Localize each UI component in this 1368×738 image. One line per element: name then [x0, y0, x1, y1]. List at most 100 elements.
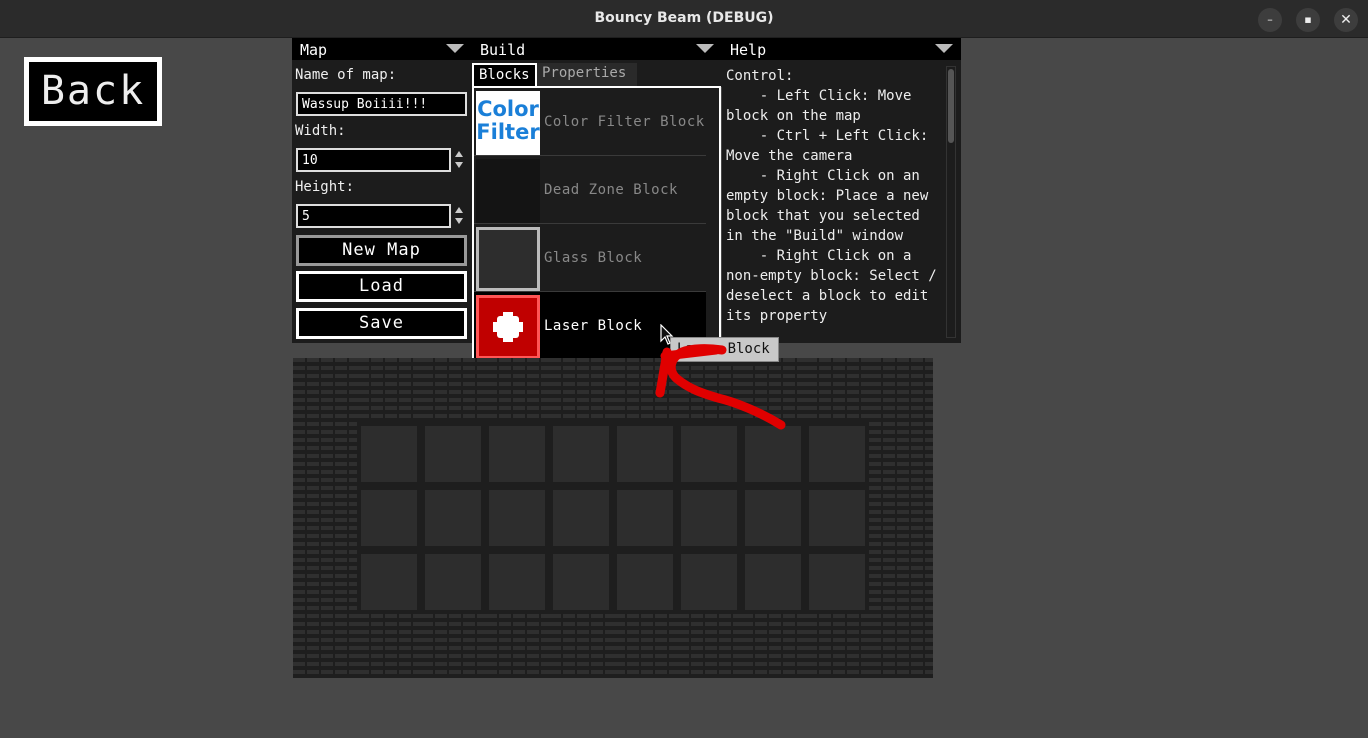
- map-tile-floor[interactable]: [677, 486, 741, 550]
- map-tile-wall[interactable]: [293, 614, 357, 678]
- map-tile-wall[interactable]: [357, 614, 421, 678]
- map-tile-floor[interactable]: [677, 422, 741, 486]
- tooltip: Laser Block: [670, 337, 779, 362]
- map-tile-floor[interactable]: [549, 486, 613, 550]
- help-scrollbar[interactable]: [948, 69, 954, 143]
- map-tile-floor[interactable]: [357, 550, 421, 614]
- stepper-up-icon[interactable]: [455, 207, 463, 213]
- map-tile-floor[interactable]: [421, 422, 485, 486]
- map-tile-floor[interactable]: [485, 422, 549, 486]
- map-tile-wall[interactable]: [357, 358, 421, 422]
- stepper-up-icon[interactable]: [455, 151, 463, 157]
- map-tile-wall[interactable]: [485, 358, 549, 422]
- map-tile-wall[interactable]: [613, 614, 677, 678]
- map-tile-floor[interactable]: [485, 486, 549, 550]
- mouse-cursor-icon: [660, 324, 674, 345]
- new-map-button[interactable]: New Map: [296, 235, 467, 266]
- window-titlebar: Bouncy Beam (DEBUG) – ▪ ✕: [0, 0, 1368, 38]
- map-tile-floor[interactable]: [741, 422, 805, 486]
- map-tile-floor[interactable]: [485, 550, 549, 614]
- back-button-label: Back: [40, 68, 146, 114]
- help-panel-header[interactable]: Help: [722, 38, 961, 60]
- map-tile-floor[interactable]: [357, 422, 421, 486]
- map-tile-floor[interactable]: [421, 550, 485, 614]
- block-item-dead-zone[interactable]: Dead Zone Block: [474, 156, 707, 224]
- map-tile-floor[interactable]: [805, 422, 869, 486]
- collapse-triangle-icon[interactable]: [935, 44, 953, 53]
- game-map-canvas[interactable]: [293, 358, 933, 678]
- map-tile-wall[interactable]: [677, 358, 741, 422]
- map-tile-wall[interactable]: [869, 486, 933, 550]
- block-item-label: Color Filter Block: [544, 114, 705, 130]
- map-tile-wall[interactable]: [741, 614, 805, 678]
- map-panel-header[interactable]: Map: [292, 38, 472, 60]
- window-title: Bouncy Beam (DEBUG): [594, 10, 774, 26]
- map-tile-floor[interactable]: [421, 486, 485, 550]
- height-label: Height:: [295, 179, 355, 195]
- map-tile-wall[interactable]: [869, 422, 933, 486]
- width-input[interactable]: 10: [296, 148, 451, 172]
- help-scrollbar-track[interactable]: [946, 66, 956, 338]
- map-tile-wall[interactable]: [293, 358, 357, 422]
- map-tile-floor[interactable]: [741, 486, 805, 550]
- block-item-color-filter[interactable]: Color Filter Color Filter Block: [474, 88, 707, 156]
- block-item-label: Glass Block: [544, 250, 643, 266]
- collapse-triangle-icon[interactable]: [696, 44, 714, 53]
- width-stepper[interactable]: [454, 149, 464, 171]
- map-tile-wall[interactable]: [421, 358, 485, 422]
- map-tile-floor[interactable]: [677, 550, 741, 614]
- stepper-down-icon[interactable]: [455, 218, 463, 224]
- map-tile-wall[interactable]: [741, 358, 805, 422]
- map-tile-floor[interactable]: [741, 550, 805, 614]
- map-tile-wall[interactable]: [869, 358, 933, 422]
- map-tile-floor[interactable]: [549, 550, 613, 614]
- map-tile-wall[interactable]: [613, 358, 677, 422]
- block-item-glass[interactable]: Glass Block: [474, 224, 707, 292]
- map-tile-wall[interactable]: [549, 358, 613, 422]
- map-panel-title: Map: [300, 41, 328, 59]
- map-tile-wall[interactable]: [805, 614, 869, 678]
- minimize-icon[interactable]: –: [1258, 8, 1282, 32]
- map-tile-floor[interactable]: [805, 486, 869, 550]
- map-tile-wall[interactable]: [805, 358, 869, 422]
- map-name-label: Name of map:: [295, 67, 397, 83]
- map-tile-wall[interactable]: [869, 550, 933, 614]
- map-tile-floor[interactable]: [613, 422, 677, 486]
- build-panel-header[interactable]: Build: [472, 38, 722, 60]
- laser-thumb-icon: [476, 295, 540, 359]
- map-tile-wall[interactable]: [421, 614, 485, 678]
- build-panel: Build Blocks Properties Color Filter Col…: [472, 38, 722, 388]
- color-filter-thumb-icon: Color Filter: [476, 91, 540, 155]
- map-tile-wall[interactable]: [293, 486, 357, 550]
- save-button[interactable]: Save: [296, 308, 467, 339]
- tab-properties[interactable]: Properties: [537, 63, 637, 86]
- dead-zone-thumb-icon: [476, 159, 540, 223]
- map-tile-wall[interactable]: [677, 614, 741, 678]
- help-panel: Help Control: - Left Click: Move block o…: [722, 38, 961, 343]
- height-stepper[interactable]: [454, 205, 464, 227]
- map-tile-wall[interactable]: [293, 422, 357, 486]
- map-tile-wall[interactable]: [869, 614, 933, 678]
- width-label: Width:: [295, 123, 346, 139]
- map-tile-floor[interactable]: [613, 486, 677, 550]
- close-icon[interactable]: ✕: [1334, 8, 1358, 32]
- map-tile-wall[interactable]: [293, 550, 357, 614]
- map-tile-wall[interactable]: [549, 614, 613, 678]
- height-input[interactable]: 5: [296, 204, 451, 228]
- load-button[interactable]: Load: [296, 271, 467, 302]
- help-panel-title: Help: [730, 41, 767, 59]
- tab-blocks[interactable]: Blocks: [472, 63, 537, 86]
- map-tile-floor[interactable]: [613, 550, 677, 614]
- map-tile-floor[interactable]: [357, 486, 421, 550]
- help-text: Control: - Left Click: Move block on the…: [726, 68, 937, 324]
- map-name-input[interactable]: Wassup Boiiii!!!: [296, 92, 467, 116]
- collapse-triangle-icon[interactable]: [446, 44, 464, 53]
- map-panel: Map Name of map: Wassup Boiiii!!! Width:…: [292, 38, 472, 343]
- build-panel-title: Build: [480, 41, 526, 59]
- back-button[interactable]: Back: [24, 57, 162, 126]
- maximize-icon[interactable]: ▪: [1296, 8, 1320, 32]
- map-tile-floor[interactable]: [549, 422, 613, 486]
- map-tile-floor[interactable]: [805, 550, 869, 614]
- map-tile-wall[interactable]: [485, 614, 549, 678]
- stepper-down-icon[interactable]: [455, 162, 463, 168]
